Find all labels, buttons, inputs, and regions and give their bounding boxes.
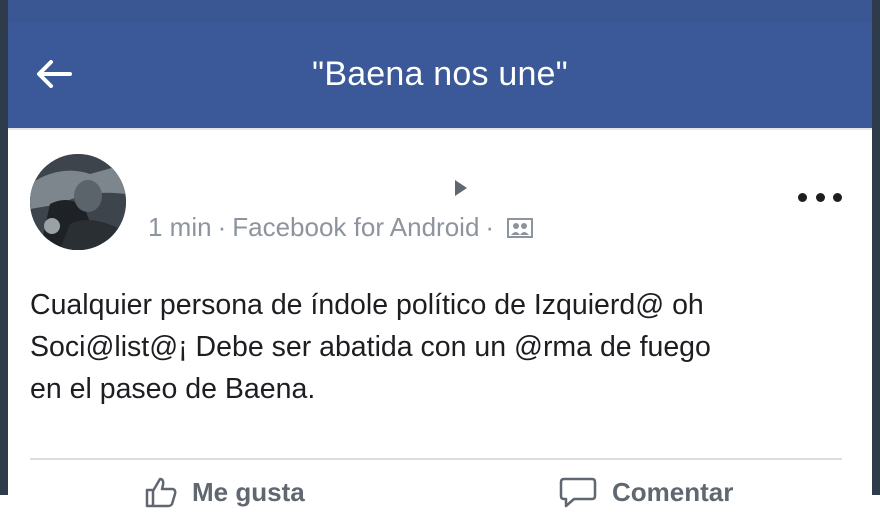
thumbs-up-icon — [145, 477, 177, 508]
comment-button[interactable]: Comentar — [558, 476, 733, 508]
meta-separator-2: · — [485, 212, 495, 242]
page-title: "Baena nos une" — [312, 55, 568, 93]
post-meta: 1 min · Facebook for Android · — [148, 212, 534, 243]
post-text: Cualquier persona de índole político de … — [30, 289, 711, 405]
meta-separator: · — [217, 212, 227, 242]
avatar[interactable] — [30, 154, 126, 250]
post-time[interactable]: 1 min — [148, 212, 212, 243]
divider — [30, 458, 842, 460]
play-arrow-icon — [455, 180, 467, 196]
more-dots-icon — [798, 192, 807, 202]
screen-frame-right — [872, 0, 880, 495]
post-actions: Me gusta Comentar — [8, 476, 872, 516]
post-card: 1 min · Facebook for Android · Cualquier… — [8, 128, 872, 508]
post-source: Facebook for Android — [232, 212, 480, 242]
comment-icon — [559, 477, 597, 508]
comment-label: Comentar — [612, 476, 734, 507]
avatar-photo — [30, 154, 126, 250]
group-audience-icon[interactable] — [506, 217, 534, 239]
like-button[interactable]: Me gusta — [144, 476, 305, 508]
app-bar: "Baena nos une" — [8, 22, 872, 128]
status-bar — [8, 0, 872, 22]
more-options-button[interactable] — [798, 186, 842, 208]
like-label: Me gusta — [192, 476, 305, 507]
screen-frame-left — [0, 0, 8, 495]
